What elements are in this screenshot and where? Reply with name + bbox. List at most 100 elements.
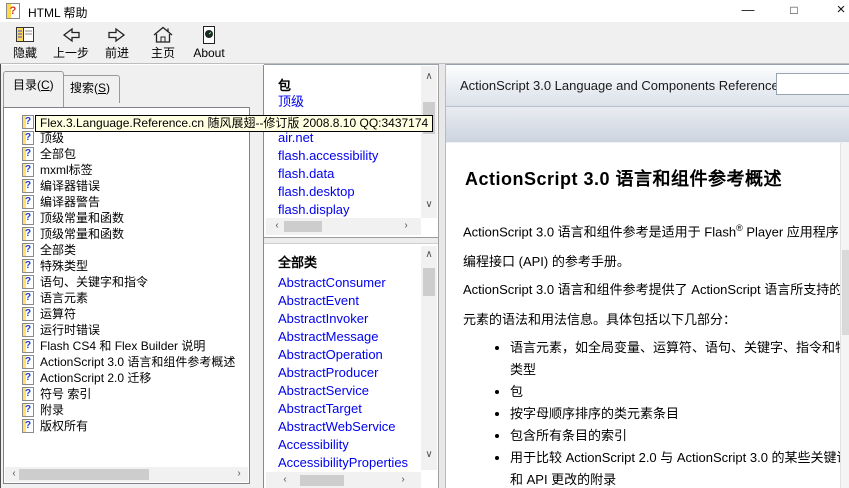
tree-item-label: 语句、关键字和指令 — [40, 275, 148, 289]
scroll-left-icon[interactable]: ‹ — [270, 219, 284, 233]
tree-hscrollbar[interactable]: ‹ › — [5, 467, 248, 482]
package-link[interactable]: 顶级 — [278, 93, 423, 111]
topic-paragraph-2: ActionScript 3.0 语言和组件参考提供了 ActionScript… — [463, 275, 847, 335]
classes-hscrollbar[interactable]: ‹ › — [266, 472, 421, 488]
scroll-down-icon[interactable]: ∨ — [422, 198, 436, 212]
scrollbar-thumb[interactable] — [423, 268, 435, 296]
class-link[interactable]: Accessibility — [278, 436, 423, 454]
help-page-icon: ? — [22, 211, 34, 225]
tree-item[interactable]: ? 运行时错误 — [4, 322, 250, 338]
forward-arrow-icon — [105, 25, 129, 45]
help-page-icon: ? — [22, 131, 34, 145]
scrollbar-thumb[interactable] — [19, 469, 149, 480]
class-link[interactable]: AbstractWebService — [278, 418, 423, 436]
tree-item[interactable]: ? Flash CS4 和 Flex Builder 说明 — [4, 338, 250, 354]
scrollbar-thumb[interactable] — [284, 221, 322, 232]
banner-search-input[interactable] — [776, 73, 849, 95]
tree-item[interactable]: ? 版权所有 — [4, 418, 250, 434]
bullet-item: 用于比较 ActionScript 2.0 与 ActionScript 3.0… — [510, 447, 849, 488]
scrollbar-thumb[interactable] — [300, 475, 344, 486]
tab-search-label: 搜索( — [70, 81, 98, 95]
tree-item[interactable]: ? 顶级常量和函数 — [4, 210, 250, 226]
package-link[interactable]: flash.accessibility — [278, 147, 423, 165]
tree-item[interactable]: ? 全部类 — [4, 242, 250, 258]
class-link[interactable]: AccessibilityProperties — [278, 454, 423, 472]
forward-button[interactable]: 前进 — [94, 24, 140, 60]
scroll-right-icon[interactable]: › — [232, 467, 246, 481]
tab-search-label-suffix: ) — [106, 81, 110, 95]
class-link[interactable]: AbstractInvoker — [278, 310, 423, 328]
back-arrow-icon — [59, 25, 83, 45]
tree-item[interactable]: ? ActionScript 3.0 语言和组件参考概述 — [4, 354, 250, 370]
minimize-button[interactable]: — — [731, 0, 765, 22]
classes-frame: 全部类 AbstractConsumer AbstractEvent Abstr… — [264, 244, 438, 488]
frame-vertical-border[interactable] — [438, 64, 446, 488]
help-page-icon: ? — [22, 291, 34, 305]
scroll-up-icon[interactable]: ∧ — [422, 248, 436, 262]
package-link[interactable]: flash.data — [278, 165, 423, 183]
package-link[interactable]: flash.desktop — [278, 183, 423, 201]
tree-item[interactable]: ? 编译器警告 — [4, 194, 250, 210]
scroll-down-icon[interactable]: ∨ — [422, 448, 436, 462]
scroll-right-icon[interactable]: › — [399, 219, 413, 233]
close-button[interactable]: × — [824, 0, 849, 22]
bullet-item: 按字母顺序排序的类元素条目 — [510, 403, 849, 425]
hide-button[interactable]: 隐藏 — [2, 24, 48, 60]
topic-heading: ActionScript 3.0 语言和组件参考概述 — [465, 165, 782, 191]
tab-contents[interactable]: 目录(C) — [3, 71, 64, 107]
window-left-border — [0, 64, 1, 488]
tree-item-label: mxml标签 — [40, 163, 93, 177]
back-button[interactable]: 上一步 — [48, 24, 94, 60]
scroll-right-icon[interactable]: › — [396, 473, 410, 487]
about-button[interactable]: About — [186, 24, 232, 60]
titlebar: ? HTML 帮助 — □ × — [0, 0, 849, 22]
help-page-icon: ? — [22, 179, 34, 193]
tree-item[interactable]: ? 语言元素 — [4, 290, 250, 306]
help-page-icon: ? — [22, 115, 34, 129]
tree-item-label: 运行时错误 — [40, 323, 100, 337]
tree-item[interactable]: ? 语句、关键字和指令 — [4, 274, 250, 290]
class-link[interactable]: AbstractProducer — [278, 364, 423, 382]
tree-item[interactable]: ? 顶级 — [4, 130, 250, 146]
tree-item-label: 符号 索引 — [40, 387, 91, 401]
packages-hscrollbar[interactable]: ‹ › — [266, 218, 421, 235]
tree-item[interactable]: ? ActionScript 2.0 迁移 — [4, 370, 250, 386]
topic-bullet-list: 语言元素，如全局变量、运算符、语句、关键字、指令和特殊类型 包 按字母顺序排序的… — [490, 337, 849, 488]
class-link[interactable]: AbstractEvent — [278, 292, 423, 310]
package-link[interactable]: flash.display — [278, 201, 423, 219]
home-button[interactable]: 主页 — [140, 24, 186, 60]
scroll-up-icon[interactable]: ∧ — [422, 70, 436, 84]
tree-item-label: ActionScript 2.0 迁移 — [40, 371, 151, 385]
htmlhelp-window: ? HTML 帮助 — □ × 隐藏 上一步 — [0, 0, 849, 488]
class-link[interactable]: AbstractOperation — [278, 346, 423, 364]
frame-horizontal-border[interactable] — [264, 237, 438, 244]
help-page-icon: ? — [22, 259, 34, 273]
tab-search[interactable]: 搜索(S) — [60, 75, 120, 103]
tree-item[interactable]: ? 符号 索引 — [4, 386, 250, 402]
class-link[interactable]: AbstractService — [278, 382, 423, 400]
help-page-icon: ? — [22, 323, 34, 337]
tree-item[interactable]: ? 附录 — [4, 402, 250, 418]
tree-item[interactable]: ? 顶级常量和函数 — [4, 226, 250, 242]
bullet-item: 包 — [510, 381, 849, 403]
tree-item-label: 编译器警告 — [40, 195, 100, 209]
bullet-item: 包含所有条目的索引 — [510, 425, 849, 447]
classes-vscrollbar[interactable]: ∧ ∨ — [421, 246, 437, 470]
tree-item[interactable]: ? 运算符 — [4, 306, 250, 322]
help-page-icon: ? — [22, 355, 34, 369]
tree-item[interactable]: ? 特殊类型 — [4, 258, 250, 274]
tree-item[interactable]: ? 编译器错误 — [4, 178, 250, 194]
class-link[interactable]: AbstractTarget — [278, 400, 423, 418]
tree-item[interactable]: ? mxml标签 — [4, 162, 250, 178]
class-link[interactable]: AbstractConsumer — [278, 274, 423, 292]
scrollbar-thumb[interactable] — [842, 250, 849, 335]
packages-vscrollbar[interactable]: ∧ ∨ — [421, 66, 437, 218]
scroll-left-icon[interactable]: ‹ — [278, 473, 292, 487]
content-vscrollbar[interactable] — [840, 143, 849, 488]
tree-item-label: 顶级常量和函数 — [40, 227, 124, 241]
tree-item[interactable]: ? 全部包 — [4, 146, 250, 162]
maximize-button[interactable]: □ — [777, 0, 811, 22]
class-link[interactable]: AbstractMessage — [278, 328, 423, 346]
help-page-icon: ? — [22, 227, 34, 241]
forward-button-label: 前进 — [105, 46, 129, 60]
